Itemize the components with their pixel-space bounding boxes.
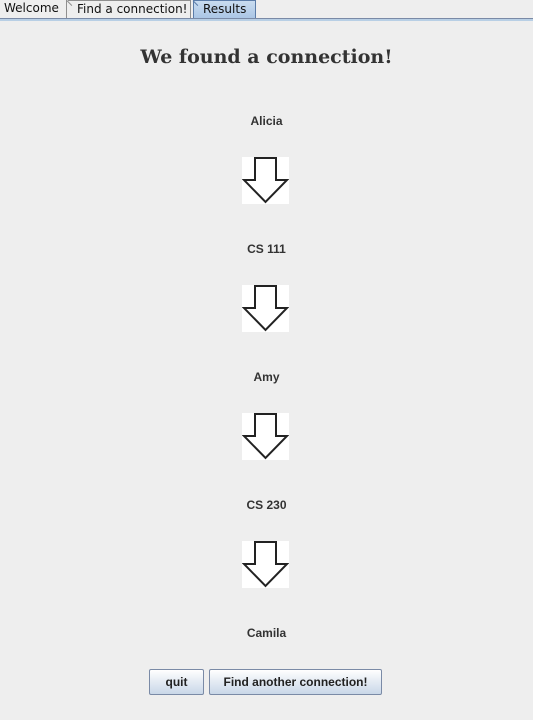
tab-divider-highlight [0, 19, 533, 21]
tab-strip: Welcome Find a connection! Results [0, 0, 533, 22]
path-node-person-1: Alicia [250, 114, 283, 128]
quit-button[interactable]: quit [149, 669, 204, 695]
down-arrow-icon [242, 157, 289, 204]
path-node-course-1: CS 111 [247, 242, 286, 256]
down-arrow-icon [242, 413, 289, 460]
path-node-person-2: Amy [253, 370, 280, 384]
path-node-person-3: Camila [246, 626, 287, 640]
find-another-connection-button[interactable]: Find another connection! [209, 669, 382, 695]
tab-welcome[interactable]: Welcome [0, 0, 67, 18]
page-title: We found a connection! [140, 46, 393, 68]
tab-find-a-connection[interactable]: Find a connection! [68, 0, 191, 18]
down-arrow-icon [242, 541, 289, 588]
down-arrow-icon [242, 285, 289, 332]
path-node-course-2: CS 230 [246, 498, 287, 512]
tab-results[interactable]: Results [193, 0, 256, 19]
